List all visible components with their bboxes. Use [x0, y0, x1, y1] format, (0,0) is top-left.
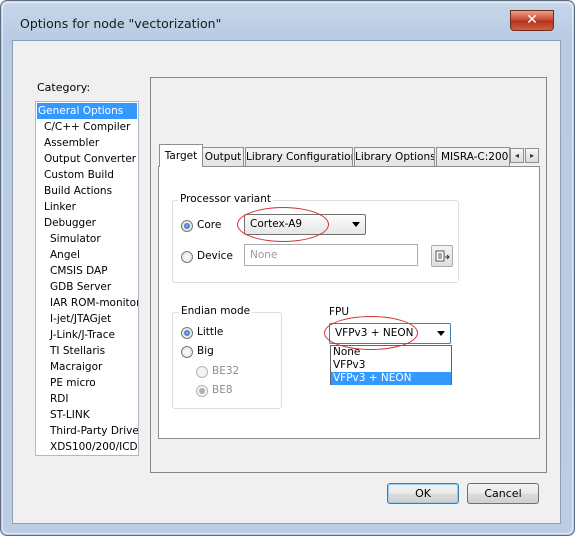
processor-variant-title: Processor variant	[178, 193, 273, 205]
category-item-gdb-server[interactable]: GDB Server	[50, 279, 111, 295]
tab-scroll-left-button[interactable]: ◂	[510, 148, 524, 163]
tab-misra-c[interactable]: MISRA-C:2004	[436, 147, 510, 166]
be32-label: BE32	[212, 365, 240, 377]
core-select[interactable]: Cortex-A9	[244, 214, 366, 235]
fpu-select[interactable]: VFPv3 + NEON	[329, 323, 451, 344]
category-item-third-party-driver[interactable]: Third-Party Driver	[50, 423, 138, 439]
category-item-iar-rom-monitor[interactable]: IAR ROM-monitor	[50, 295, 138, 311]
category-item-custom-build[interactable]: Custom Build	[44, 167, 114, 183]
fpu-option-vfpv3[interactable]: VFPv3	[331, 359, 451, 372]
tab-library-configuration[interactable]: Library Configuration	[245, 147, 353, 166]
cancel-button[interactable]: Cancel	[467, 483, 539, 504]
be8-radio	[196, 385, 208, 397]
device-radio[interactable]	[181, 251, 193, 263]
ok-button[interactable]: OK	[387, 483, 459, 504]
tab-library-options[interactable]: Library Options	[354, 147, 435, 166]
device-label: Device	[197, 250, 233, 262]
endian-little-radio[interactable]	[181, 327, 193, 339]
tab-output[interactable]: Output	[202, 147, 244, 166]
category-item-c-cpp-compiler[interactable]: C/C++ Compiler	[44, 119, 130, 135]
processor-variant-group	[172, 200, 459, 283]
chevron-down-icon	[352, 222, 360, 227]
endian-mode-title: Endian mode	[179, 305, 253, 317]
endian-big-label: Big	[197, 345, 214, 357]
close-icon: ✕	[526, 12, 538, 28]
category-item-general-options[interactable]: General Options	[37, 103, 137, 119]
category-item-ijet-jtagjet[interactable]: I-jet/JTAGjet	[50, 311, 111, 327]
fpu-select-value: VFPv3 + NEON	[335, 327, 414, 339]
category-item-output-converter[interactable]: Output Converter	[44, 151, 136, 167]
fpu-dropdown-list[interactable]: None VFPv3 VFPv3 + NEON	[330, 345, 452, 385]
be32-radio	[196, 366, 208, 378]
fpu-option-vfpv3-neon[interactable]: VFPv3 + NEON	[331, 372, 451, 385]
device-browse-button[interactable]	[431, 245, 453, 267]
category-item-rdi[interactable]: RDI	[50, 391, 68, 407]
fpu-option-none[interactable]: None	[331, 346, 451, 359]
category-item-pe-micro[interactable]: PE micro	[50, 375, 96, 391]
category-list[interactable]: General Options C/C++ Compiler Assembler…	[35, 101, 139, 456]
category-label: Category:	[37, 81, 91, 94]
category-item-jlink-jtrace[interactable]: J-Link/J-Trace	[50, 327, 115, 343]
tab-target[interactable]: Target	[159, 144, 203, 167]
close-button[interactable]: ✕	[510, 10, 554, 31]
fpu-label: FPU	[329, 306, 350, 318]
device-browse-icon	[435, 250, 450, 262]
category-item-linker[interactable]: Linker	[44, 199, 76, 215]
endian-big-radio[interactable]	[181, 346, 193, 358]
category-item-macraigor[interactable]: Macraigor	[50, 359, 102, 375]
category-item-simulator[interactable]: Simulator	[50, 231, 101, 247]
be8-label: BE8	[212, 384, 233, 396]
category-item-st-link[interactable]: ST-LINK	[50, 407, 90, 423]
chevron-down-icon	[437, 331, 445, 336]
device-field[interactable]: None	[244, 244, 418, 266]
chevron-left-icon: ◂	[514, 151, 519, 160]
core-select-value: Cortex-A9	[250, 218, 303, 230]
category-item-xds100[interactable]: XDS100/200/ICDI	[50, 439, 138, 455]
category-item-angel[interactable]: Angel	[50, 247, 80, 263]
category-item-assembler[interactable]: Assembler	[44, 135, 99, 151]
category-item-ti-stellaris[interactable]: TI Stellaris	[50, 343, 105, 359]
endian-little-label: Little	[197, 326, 224, 338]
chevron-right-icon: ▸	[529, 151, 534, 160]
core-radio[interactable]	[181, 220, 193, 232]
category-item-cmsis-dap[interactable]: CMSIS DAP	[50, 263, 108, 279]
tab-scroll-right-button[interactable]: ▸	[525, 148, 539, 163]
window-title: Options for node "vectorization"	[20, 16, 222, 31]
category-item-debugger[interactable]: Debugger	[44, 215, 96, 231]
core-label: Core	[197, 219, 222, 231]
category-item-build-actions[interactable]: Build Actions	[44, 183, 112, 199]
